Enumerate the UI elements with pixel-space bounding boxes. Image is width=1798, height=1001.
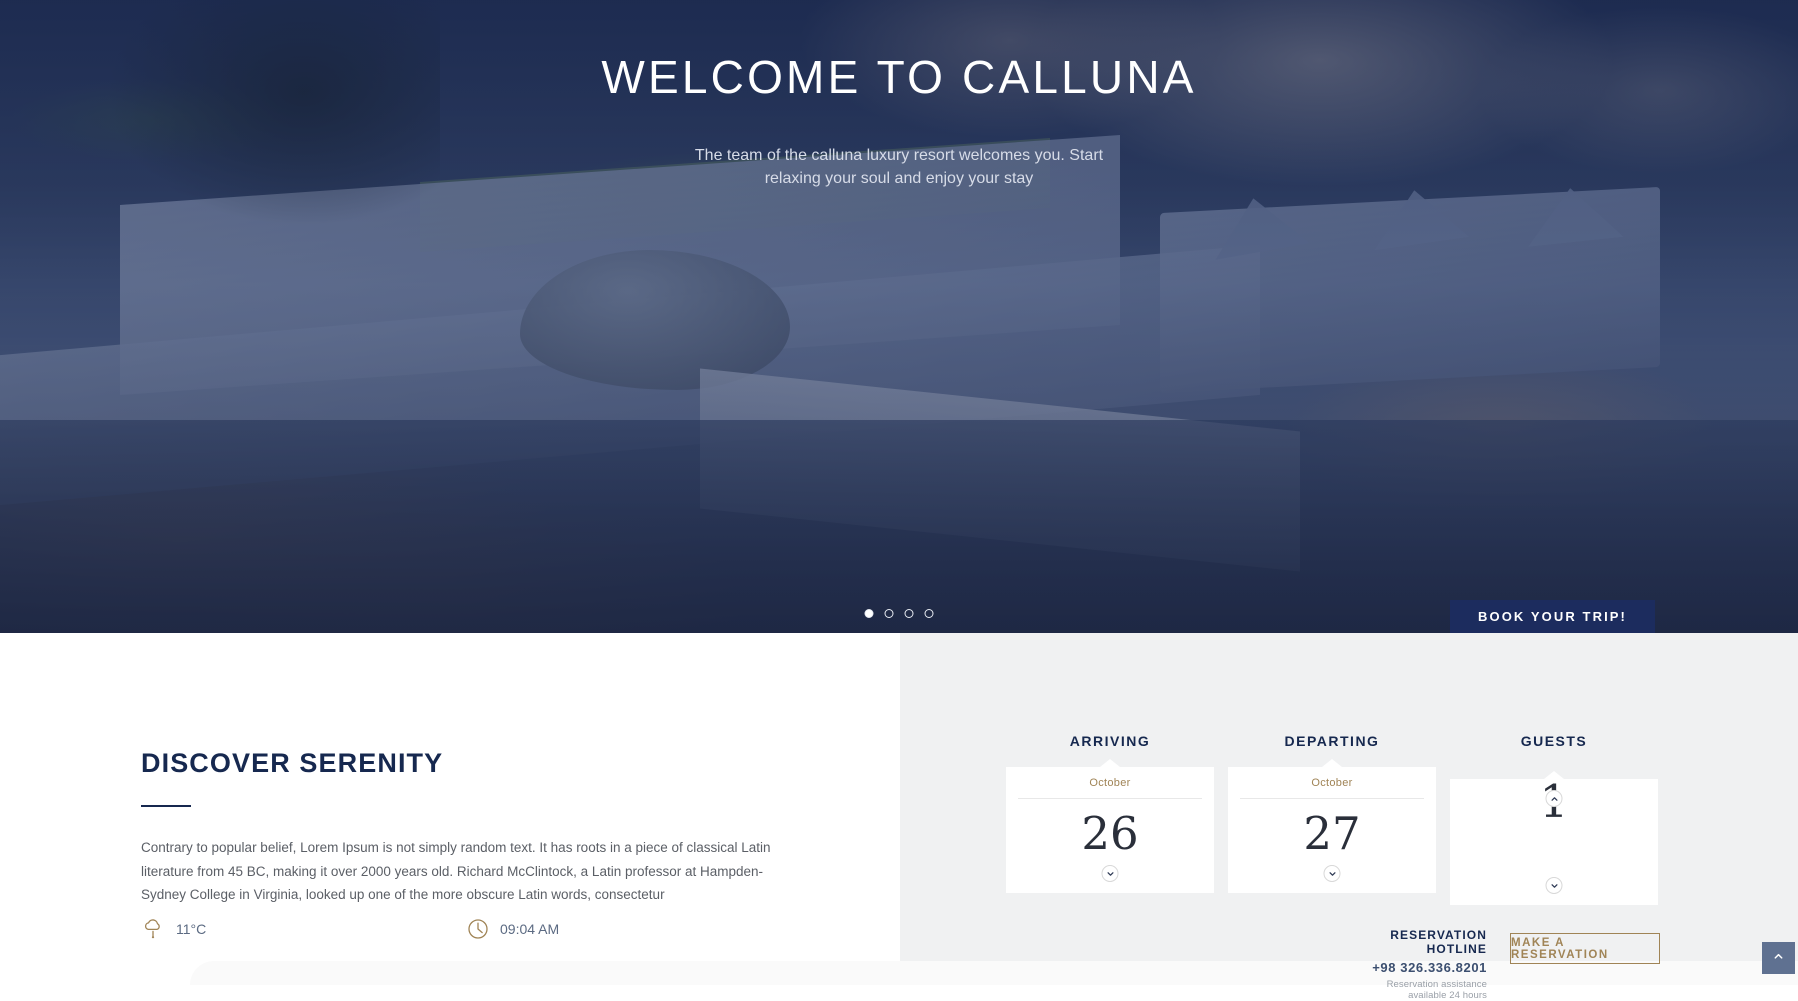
carousel-dot-1[interactable] bbox=[864, 609, 874, 618]
departing-day-value: 27 bbox=[1303, 807, 1361, 860]
departing-label: DEPARTING bbox=[1284, 733, 1380, 749]
guests-label: GUESTS bbox=[1520, 733, 1588, 749]
hotline-note: Reservation assistance available 24 hour… bbox=[1386, 979, 1487, 1001]
make-a-reservation-button[interactable]: MAKE A RESERVATION bbox=[1510, 933, 1660, 964]
carousel-dot-2[interactable] bbox=[884, 609, 894, 618]
booking-column-departing: DEPARTING October 27 bbox=[1228, 733, 1436, 893]
page-title: WELCOME TO CALLUNA bbox=[601, 51, 1197, 103]
discover-heading: DISCOVER SERENITY bbox=[141, 748, 444, 778]
booking-column-arriving: ARRIVING October 26 bbox=[1006, 733, 1214, 893]
arriving-month: October bbox=[1089, 777, 1131, 789]
hotline-number[interactable]: +98 326.336.8201 bbox=[1347, 960, 1487, 975]
clock-icon bbox=[465, 916, 491, 942]
scroll-to-top-button[interactable] bbox=[1762, 942, 1795, 974]
time-indicator: 09:04 AM bbox=[465, 916, 559, 942]
guests-decrement-button[interactable] bbox=[1545, 877, 1563, 894]
card-divider bbox=[1240, 798, 1424, 799]
hero-content: WELCOME TO CALLUNA The team of the callu… bbox=[0, 0, 1798, 633]
guests-card[interactable]: 1 bbox=[1450, 779, 1658, 905]
arriving-label: ARRIVING bbox=[1069, 733, 1151, 749]
intro-meta-row: 11°C 09:04 AM bbox=[141, 916, 661, 948]
book-your-trip-button[interactable]: BOOK YOUR TRIP! bbox=[1450, 600, 1655, 633]
departing-month: October bbox=[1311, 777, 1353, 789]
card-divider bbox=[1018, 798, 1202, 799]
arriving-card[interactable]: October 26 bbox=[1006, 767, 1214, 893]
weather-indicator: 11°C bbox=[141, 916, 206, 942]
heading-underline-rule bbox=[141, 805, 191, 807]
arriving-decrement-button[interactable] bbox=[1101, 865, 1119, 882]
intro-paragraph: Contrary to popular belief, Lorem Ipsum … bbox=[141, 840, 771, 903]
carousel-dot-3[interactable] bbox=[904, 609, 914, 618]
carousel-dot-4[interactable] bbox=[924, 609, 934, 618]
departing-decrement-button[interactable] bbox=[1323, 865, 1341, 882]
hero-section: WELCOME TO CALLUNA The team of the callu… bbox=[0, 0, 1798, 633]
departing-card[interactable]: October 27 bbox=[1228, 767, 1436, 893]
hotline-title: RESERVATION HOTLINE bbox=[1390, 928, 1487, 956]
next-section-edge bbox=[190, 961, 1798, 985]
hero-subtitle: The team of the calluna luxury resort we… bbox=[694, 147, 1104, 188]
cloud-rain-icon bbox=[141, 916, 167, 942]
booking-column-guests: GUESTS 1 bbox=[1450, 733, 1658, 905]
guests-increment-button[interactable] bbox=[1545, 790, 1563, 807]
weather-value: 11°C bbox=[176, 921, 207, 937]
reservation-hotline: RESERVATION HOTLINE +98 326.336.8201 Res… bbox=[1347, 928, 1487, 1001]
chevron-up-icon bbox=[1773, 949, 1784, 967]
time-value: 09:04 AM bbox=[500, 921, 560, 937]
arriving-day-value: 26 bbox=[1081, 807, 1139, 860]
carousel-dots[interactable] bbox=[864, 609, 934, 618]
